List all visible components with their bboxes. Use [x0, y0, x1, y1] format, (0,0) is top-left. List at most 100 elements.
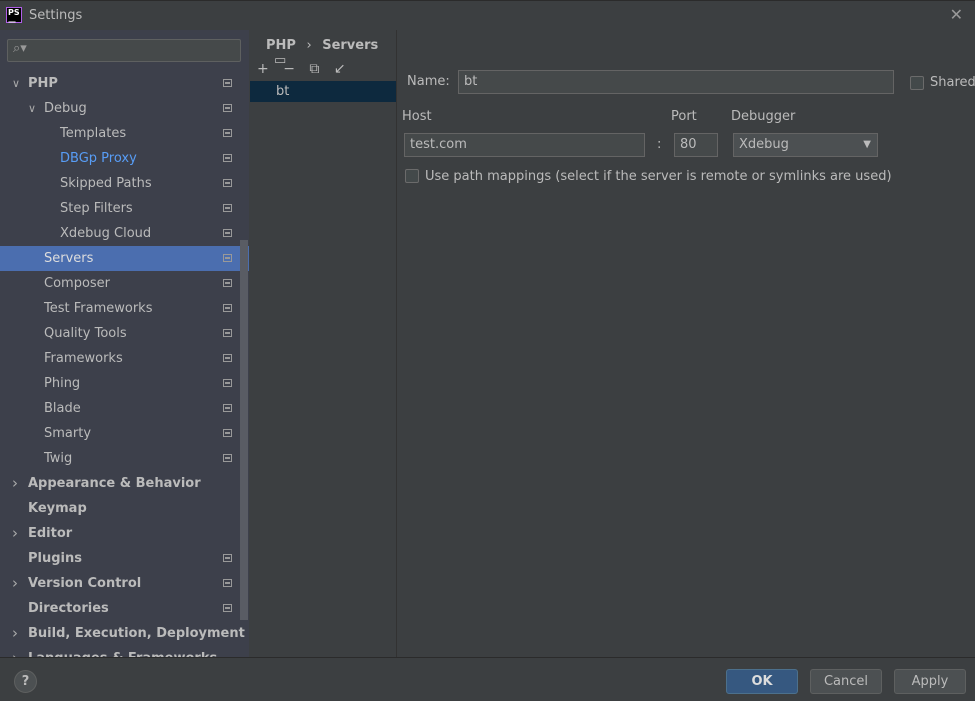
close-icon[interactable]: ✕: [950, 5, 963, 24]
page-icon: [223, 329, 232, 337]
sidebar-item[interactable]: › Languages & Frameworks: [0, 646, 240, 657]
port-label: Port: [671, 109, 697, 124]
sidebar-item-label: DBGp Proxy: [60, 151, 137, 166]
page-icon: [223, 179, 232, 187]
dialog-footer: ? OK Cancel Apply: [0, 657, 975, 701]
chevron-down-icon[interactable]: ∨: [12, 71, 20, 96]
settings-sidebar: ⌕▾ ∨ PHP ∨ Debug Templates DBGp Proxy Skipped …: [0, 30, 249, 657]
page-icon: [223, 79, 232, 87]
sidebar-item-label: Debug: [44, 101, 87, 116]
sidebar-item[interactable]: Templates: [0, 121, 240, 146]
sidebar-item[interactable]: Keymap: [0, 496, 240, 521]
page-icon: [223, 354, 232, 362]
path-mappings-checkbox[interactable]: [405, 169, 419, 183]
sidebar-item-label: Xdebug Cloud: [60, 226, 152, 241]
cancel-button[interactable]: Cancel: [810, 669, 882, 694]
sidebar-item[interactable]: Twig: [0, 446, 240, 471]
sidebar-item[interactable]: › Build, Execution, Deployment: [0, 621, 245, 646]
sidebar-item[interactable]: Skipped Paths: [0, 171, 240, 196]
sidebar-item[interactable]: ∨ PHP: [0, 71, 240, 96]
sidebar-item-label: Blade: [44, 401, 81, 416]
sidebar-item[interactable]: Plugins: [0, 546, 240, 571]
port-colon: :: [657, 137, 662, 152]
sidebar-item[interactable]: Smarty: [0, 421, 240, 446]
sidebar-item-label: Appearance & Behavior: [28, 476, 201, 491]
page-icon: [223, 379, 232, 387]
remove-icon[interactable]: −: [283, 61, 295, 77]
name-input[interactable]: bt: [458, 70, 894, 94]
debugger-select[interactable]: Xdebug ▼: [733, 133, 878, 157]
chevron-right-icon[interactable]: ›: [12, 471, 18, 496]
ok-button[interactable]: OK: [726, 669, 798, 694]
sidebar-item[interactable]: › Appearance & Behavior: [0, 471, 240, 496]
sidebar-item-label: Quality Tools: [44, 326, 127, 341]
page-icon: [223, 154, 232, 162]
page-icon: [223, 304, 232, 312]
sidebar-item-label: Skipped Paths: [60, 176, 152, 191]
sidebar-item[interactable]: DBGp Proxy: [0, 146, 240, 171]
server-list-item[interactable]: bt: [250, 81, 396, 102]
page-icon: [223, 429, 232, 437]
shared-label: Shared: [930, 75, 975, 90]
sidebar-item-label: Editor: [28, 526, 73, 541]
search-input[interactable]: ⌕▾: [7, 39, 241, 62]
servers-panel: PHP › Servers ▭ + − ⧉ ↙ bt: [249, 30, 397, 657]
sidebar-item-label: Twig: [44, 451, 73, 466]
sidebar-item-label: Servers: [44, 251, 94, 266]
breadcrumb-php[interactable]: PHP: [266, 38, 296, 53]
search-icon: ⌕▾: [13, 41, 27, 56]
sidebar-item[interactable]: Frameworks: [0, 346, 240, 371]
breadcrumb-servers: Servers: [322, 38, 379, 53]
dropdown-arrow-icon: ▼: [863, 139, 871, 150]
sidebar-item-label: Plugins: [28, 551, 82, 566]
port-input[interactable]: 80: [674, 133, 718, 157]
sidebar-item-label: Build, Execution, Deployment: [28, 626, 245, 641]
shared-checkbox[interactable]: [910, 76, 924, 90]
sidebar-item[interactable]: Xdebug Cloud: [0, 221, 240, 246]
apply-button[interactable]: Apply: [894, 669, 966, 694]
sidebar-item[interactable]: Servers: [0, 246, 249, 271]
host-label: Host: [402, 109, 432, 124]
path-mappings-label: Use path mappings (select if the server …: [425, 169, 892, 184]
chevron-right-icon[interactable]: ›: [12, 521, 18, 546]
chevron-down-icon[interactable]: ∨: [28, 96, 36, 121]
sidebar-item[interactable]: Composer: [0, 271, 240, 296]
sidebar-item-label: PHP: [28, 76, 58, 91]
sidebar-item[interactable]: Phing: [0, 371, 240, 396]
chevron-right-icon[interactable]: ›: [12, 621, 18, 646]
page-icon: [223, 579, 232, 587]
servers-toolbar: + − ⧉ ↙: [257, 61, 356, 77]
page-icon: [223, 554, 232, 562]
sidebar-item[interactable]: Step Filters: [0, 196, 240, 221]
sidebar-item[interactable]: Quality Tools: [0, 321, 240, 346]
import-icon[interactable]: ↙: [334, 61, 346, 77]
page-icon: [223, 279, 232, 287]
sidebar-item-label: Composer: [44, 276, 111, 291]
sidebar-item[interactable]: ∨ Debug: [0, 96, 240, 121]
page-icon: [223, 604, 232, 612]
sidebar-item-label: Languages & Frameworks: [28, 646, 217, 657]
sidebar-item[interactable]: › Version Control: [0, 571, 240, 596]
page-icon: [223, 229, 232, 237]
add-icon[interactable]: +: [257, 61, 269, 77]
chevron-right-icon[interactable]: ›: [12, 571, 18, 596]
sidebar-item[interactable]: Test Frameworks: [0, 296, 240, 321]
debugger-label: Debugger: [731, 109, 796, 124]
sidebar-item-label: Test Frameworks: [44, 301, 153, 316]
chevron-right-icon[interactable]: ›: [12, 646, 18, 657]
window-title: Settings: [29, 8, 83, 23]
debugger-value: Xdebug: [739, 137, 789, 152]
sidebar-item[interactable]: Blade: [0, 396, 240, 421]
sidebar-scrollbar[interactable]: [240, 240, 248, 620]
copy-icon[interactable]: ⧉: [309, 61, 319, 77]
page-icon: [223, 404, 232, 412]
sidebar-item[interactable]: Directories: [0, 596, 240, 621]
page-icon: [223, 254, 232, 262]
help-button[interactable]: ?: [14, 670, 37, 693]
phpstorm-logo-icon: PS —: [6, 7, 22, 26]
sidebar-item-label: Version Control: [28, 576, 142, 591]
host-input[interactable]: test.com: [404, 133, 645, 157]
sidebar-item[interactable]: › Editor: [0, 521, 240, 546]
sidebar-item-label: Keymap: [28, 501, 87, 516]
page-icon: [223, 104, 232, 112]
